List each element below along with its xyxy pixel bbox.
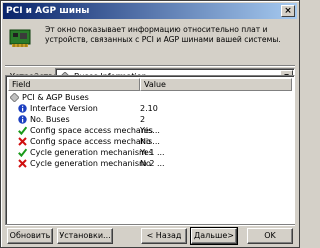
grid-header: Field Value [8, 78, 292, 91]
column-header-value[interactable]: Value [140, 78, 292, 91]
row-field: Interface Version [30, 104, 98, 113]
row-value: No [140, 159, 151, 168]
row-value: Yes [140, 126, 153, 135]
cross-icon [18, 159, 27, 168]
intro-section: Эт окно показывает информацию относитель… [9, 23, 295, 59]
row-field: PCI & AGP Buses [22, 93, 89, 102]
info-icon [18, 115, 27, 124]
intro-description: Эт окно показывает информацию относитель… [45, 25, 281, 44]
diamond-icon [10, 93, 19, 102]
grid-rows: PCI & AGP Buses Interface Version 2.10 No. … [8, 92, 292, 169]
title-bar[interactable]: PCI и AGP шины × [3, 3, 297, 19]
row-value: 2.10 [140, 104, 158, 113]
row-field: No. Buses [30, 115, 70, 124]
back-button[interactable]: < Назад [141, 228, 187, 244]
window-title: PCI и AGP шины [6, 6, 90, 16]
check-icon [18, 126, 27, 135]
table-row[interactable]: Cycle generation mechanism 1 ... Yes [8, 147, 292, 158]
pci-card-icon [9, 29, 31, 47]
ok-button[interactable]: OK [247, 228, 293, 244]
settings-button[interactable]: Установки... [57, 228, 113, 244]
table-row[interactable]: PCI & AGP Buses [8, 92, 292, 103]
dialog-window: PCI и AGP шины × Эт окно показывает инфо… [0, 0, 300, 248]
next-button[interactable]: Дальше> [190, 227, 238, 245]
check-icon [18, 148, 27, 157]
table-row[interactable]: No. Buses 2 [8, 114, 292, 125]
row-value: 2 [140, 115, 146, 124]
info-icon [18, 104, 27, 113]
info-grid[interactable]: Field Value PCI & AGP Buses Interface Ver… [5, 75, 295, 225]
cross-icon [18, 137, 27, 146]
table-row[interactable]: Cycle generation mechanism 2 ... No [8, 158, 292, 169]
table-row[interactable]: Config space access mechanis... Yes [8, 125, 292, 136]
refresh-button[interactable]: Обновить [7, 228, 53, 244]
close-button[interactable]: × [281, 5, 295, 17]
row-value: Yes [140, 148, 153, 157]
row-value: No [140, 137, 151, 146]
column-header-field[interactable]: Field [8, 78, 140, 91]
table-row[interactable]: Config space access mechanis... No [8, 136, 292, 147]
table-row[interactable]: Interface Version 2.10 [8, 103, 292, 114]
close-icon: × [284, 6, 292, 16]
divider [5, 65, 295, 67]
bottom-divider [5, 224, 295, 226]
